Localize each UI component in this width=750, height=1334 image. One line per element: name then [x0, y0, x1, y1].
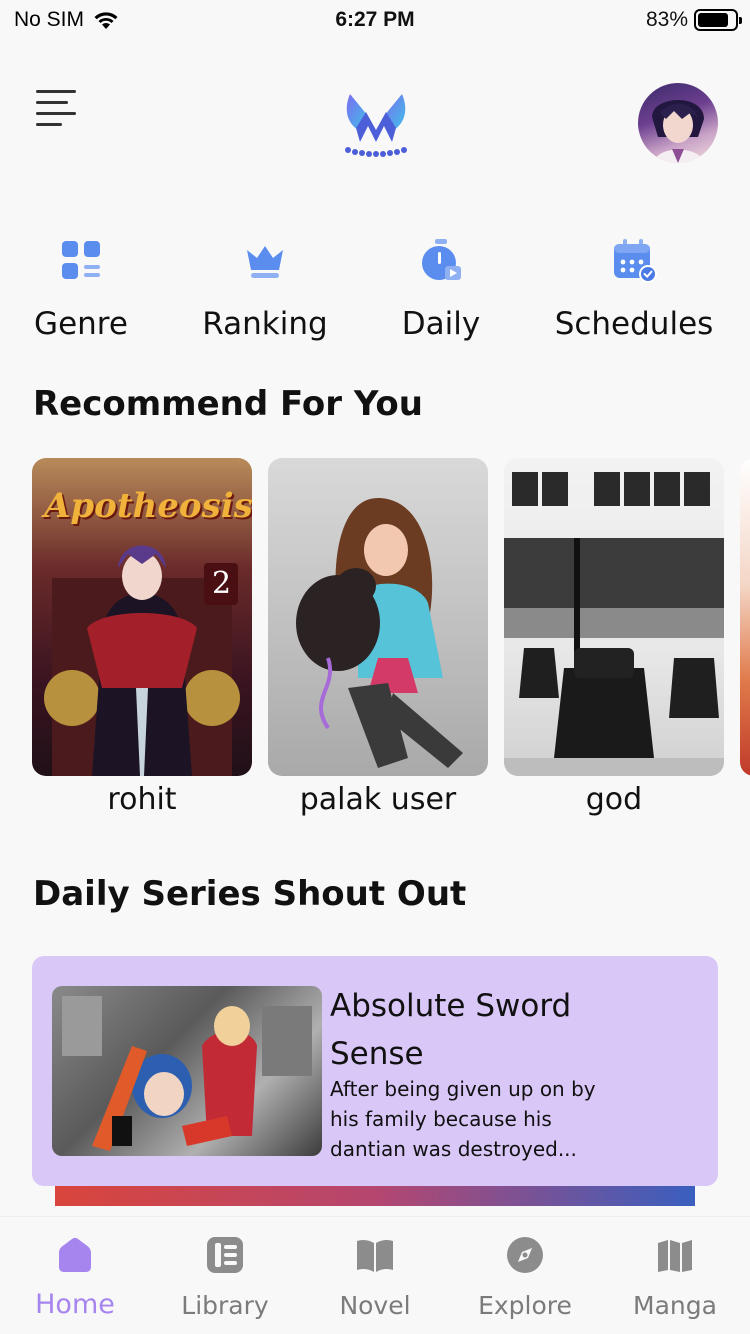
tab-explore[interactable]: Explore [450, 1235, 600, 1320]
tab-novel-label: Novel [339, 1291, 411, 1320]
recommend-name: god [585, 782, 643, 817]
battery-info: 83% [645, 8, 742, 32]
tab-home-label: Home [35, 1289, 115, 1320]
recommend-card-partial[interactable] [740, 458, 750, 776]
daily-shoutout-description: After being given up on by his family be… [330, 1077, 596, 1161]
recommend-cover-palak-user [268, 458, 488, 776]
quick-nav-schedules-label: Schedules [554, 306, 714, 342]
quick-nav-schedules[interactable]: Schedules [550, 230, 718, 342]
tab-library[interactable]: Library [150, 1235, 300, 1320]
tab-library-label: Library [181, 1291, 269, 1320]
tab-home[interactable]: Home [0, 1235, 150, 1320]
manga-icon [658, 1240, 692, 1272]
tab-manga[interactable]: Manga [600, 1235, 750, 1320]
battery-level [698, 13, 728, 27]
quick-nav-ranking[interactable]: Ranking [198, 230, 332, 342]
daily-title: Daily Series Shout Out [33, 874, 467, 914]
quick-nav-genre-label: Genre [34, 306, 128, 342]
tab-novel[interactable]: Novel [300, 1235, 450, 1320]
quick-nav-genre[interactable]: Genre [32, 230, 130, 342]
book-icon [357, 1239, 393, 1272]
status-bar: No SIM 6:27 PM 83% [0, 0, 750, 42]
quick-nav-ranking-label: Ranking [202, 306, 328, 342]
recommend-list[interactable]: Apotheosis 2 rohit palak user god [32, 458, 750, 818]
recommend-card[interactable]: palak user [268, 458, 488, 817]
quick-nav: Genre Ranking Daily Schedules [0, 230, 750, 350]
recommend-title: Recommend For You [33, 384, 423, 424]
recommend-name: rohit [107, 782, 177, 817]
tab-manga-label: Manga [633, 1291, 717, 1320]
app-logo-icon [345, 94, 407, 157]
daily-shoutout-card[interactable]: Absolute Sword Sense After being given u… [32, 956, 718, 1186]
cover-volume-badge: 2 [212, 566, 232, 601]
menu-icon[interactable] [36, 90, 78, 130]
user-avatar[interactable] [638, 83, 718, 163]
next-shoutout-card-peek[interactable] [55, 1186, 695, 1206]
recommend-cover-partial [740, 458, 750, 776]
recommend-card[interactable]: god [504, 458, 724, 817]
compass-icon [507, 1237, 543, 1273]
recommend-card[interactable]: Apotheosis 2 rohit [32, 458, 252, 817]
genre-grid-icon [62, 241, 100, 279]
quick-nav-daily[interactable]: Daily [400, 230, 482, 342]
tab-explore-label: Explore [478, 1291, 572, 1320]
timer-icon [422, 239, 461, 280]
library-icon [207, 1237, 243, 1273]
battery-percent: 83% [645, 8, 688, 31]
crown-icon [247, 246, 283, 278]
recommend-cover-god [504, 458, 724, 776]
cover-title-text: Apotheosis [44, 486, 252, 526]
daily-shoutout-thumbnail [52, 986, 322, 1156]
battery-icon [694, 9, 742, 31]
calendar-icon [614, 239, 657, 283]
recommend-cover-rohit: Apotheosis 2 [32, 458, 252, 776]
recommend-name: palak user [299, 782, 457, 817]
home-icon [59, 1237, 91, 1272]
daily-shoutout-title: Absolute Sword Sense [330, 988, 572, 1072]
status-time: 6:27 PM [335, 8, 415, 31]
quick-nav-daily-label: Daily [401, 306, 481, 342]
bottom-tab-bar: Home Library Novel Explore Manga [0, 1216, 750, 1334]
